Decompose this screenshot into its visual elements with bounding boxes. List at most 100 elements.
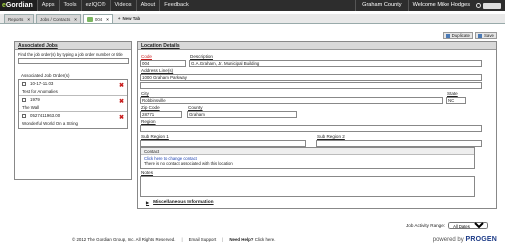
notes-textarea[interactable] xyxy=(140,176,475,197)
tab-location-004[interactable]: 004 × xyxy=(82,14,113,23)
county-label: County xyxy=(188,105,203,110)
top-navigation-bar: eGordian Apps Tools ezIQC® Videos About … xyxy=(0,0,505,11)
associated-job-orders-label: Associated Job Order(s) xyxy=(21,72,70,78)
description-label: Description xyxy=(190,54,213,59)
egordian-logo[interactable]: eGordian xyxy=(0,0,37,11)
address-label: Address Line(s) xyxy=(141,68,174,73)
sub-region-2-label: Sub Region 2 xyxy=(317,134,345,139)
state-field[interactable]: NC xyxy=(446,97,466,104)
zip-label: Zip Code xyxy=(141,105,160,110)
menu-feedback[interactable]: Feedback xyxy=(159,0,193,11)
menu-videos[interactable]: Videos xyxy=(109,0,136,11)
gmaps-badge-icon[interactable] xyxy=(483,2,501,9)
code-label: Code xyxy=(141,54,152,59)
powered-by: powered by PROGEN xyxy=(433,236,497,243)
need-help: Need Help? Click here. xyxy=(229,237,275,242)
footer-separator: | xyxy=(181,237,183,242)
menu-tools[interactable]: Tools xyxy=(58,0,81,11)
notes-label: Notes xyxy=(141,170,154,175)
job-order-name: The Wall xyxy=(22,104,40,110)
list-item[interactable]: 10-17-11.03 Test for Anomalies ✖ xyxy=(19,80,127,96)
code-field[interactable]: 004 xyxy=(140,60,186,67)
job-order-checkbox[interactable] xyxy=(22,81,26,86)
footer-separator: | xyxy=(222,237,224,242)
menu-apps[interactable]: Apps xyxy=(36,0,59,11)
tab-bar: Reports × Jobs / Contacts × 004 × + New … xyxy=(0,14,505,24)
tab-label: Jobs / Contacts xyxy=(40,16,71,22)
close-icon[interactable]: × xyxy=(74,17,77,22)
tab-jobs-contacts[interactable]: Jobs / Contacts × xyxy=(36,14,81,23)
welcome-user: Welcome Mike Hodges xyxy=(407,0,474,11)
region-label: Region xyxy=(141,119,156,124)
save-button[interactable]: Save xyxy=(474,32,497,39)
sub-region-2-field[interactable] xyxy=(316,140,482,147)
no-contact-text: There is no contact associated with this… xyxy=(144,161,233,166)
delete-icon[interactable]: ✖ xyxy=(119,115,124,121)
building-icon xyxy=(86,16,93,22)
job-activity-select[interactable]: All Dates xyxy=(448,222,489,229)
state-label: State xyxy=(447,91,458,96)
duplicate-icon xyxy=(445,33,450,38)
logo-text: Gordian xyxy=(5,2,33,9)
save-icon xyxy=(477,33,482,38)
job-order-number[interactable]: 1979 xyxy=(30,97,40,102)
address-line1-field[interactable]: 1000 Graham Parkway xyxy=(140,74,482,81)
delete-icon[interactable]: ✖ xyxy=(119,83,124,89)
menu-about[interactable]: About xyxy=(135,0,160,11)
tab-label: 004 xyxy=(94,16,103,22)
misc-label: Miscellaneous Information xyxy=(153,200,214,205)
power-icon[interactable] xyxy=(476,3,481,8)
zip-field[interactable]: 28771 xyxy=(140,111,182,118)
delete-icon[interactable]: ✖ xyxy=(119,99,124,105)
footer: © 2012 The Gordian Group, Inc. All Right… xyxy=(0,232,505,247)
duplicate-label: Duplicate xyxy=(451,33,470,38)
location-toolbar: Duplicate Save xyxy=(442,32,497,39)
job-search-input[interactable] xyxy=(18,58,129,64)
plus-icon: + xyxy=(117,16,121,21)
list-item[interactable]: 0527411963.00 Wonderful World On a Strin… xyxy=(19,112,127,128)
job-activity-label: Job Activity Range: xyxy=(406,223,446,228)
job-order-name: Wonderful World On a String xyxy=(22,120,78,126)
sub-region-1-field[interactable] xyxy=(140,140,306,147)
click-here-link[interactable]: Click here. xyxy=(255,237,276,242)
save-label: Save xyxy=(483,33,494,38)
job-orders-list: 10-17-11.03 Test for Anomalies ✖ 1979 Th… xyxy=(18,78,128,129)
triangle-right-icon: ▶ xyxy=(146,200,150,205)
job-order-number[interactable]: 0527411963.00 xyxy=(30,113,60,118)
county-name[interactable]: Graham County xyxy=(355,0,407,11)
job-search-hint: Find the job order(s) by typing a job or… xyxy=(18,52,123,57)
city-field[interactable]: Robbinsville xyxy=(140,97,443,104)
associated-jobs-panel: Associated Jobs Find the job order(s) by… xyxy=(14,41,132,180)
new-tab-label: New Tab xyxy=(122,16,141,21)
menu-eziqc[interactable]: ezIQC® xyxy=(80,0,110,11)
location-details-panel: Location Details Code 004 Description G.… xyxy=(137,41,497,209)
location-details-title: Location Details xyxy=(138,42,496,50)
need-help-label: Need Help? xyxy=(229,237,254,242)
associated-jobs-title: Associated Jobs xyxy=(15,42,131,50)
new-tab-button[interactable]: + New Tab xyxy=(115,14,143,23)
miscellaneous-information-toggle[interactable]: ▶ Miscellaneous Information xyxy=(146,200,214,205)
job-order-name: Test for Anomalies xyxy=(22,88,58,94)
contact-label: Contact xyxy=(141,148,474,155)
sub-region-1-label: Sub Region 1 xyxy=(141,134,169,139)
region-field[interactable] xyxy=(140,125,482,132)
close-icon[interactable]: × xyxy=(27,17,30,22)
tab-label: Reports xyxy=(8,16,24,22)
powered-by-label: powered by xyxy=(432,237,464,243)
topbar-right: Graham County Welcome Mike Hodges xyxy=(355,0,505,11)
copyright-text: © 2012 The Gordian Group, Inc. All Right… xyxy=(72,237,176,242)
city-label: City xyxy=(141,91,149,96)
tab-reports[interactable]: Reports × xyxy=(4,14,35,23)
description-field[interactable]: G.A.Graham, Jr. Municipal Building xyxy=(189,60,482,67)
list-item[interactable]: 1979 The Wall ✖ xyxy=(19,96,127,112)
job-order-number[interactable]: 10-17-11.03 xyxy=(30,81,53,86)
job-activity-range: Job Activity Range: All Dates xyxy=(406,222,489,229)
duplicate-button[interactable]: Duplicate xyxy=(442,32,473,39)
address-line2-field[interactable] xyxy=(140,82,482,89)
job-order-checkbox[interactable] xyxy=(22,113,26,118)
email-support-link[interactable]: Email Support xyxy=(189,237,217,242)
close-icon[interactable]: × xyxy=(106,17,109,22)
progen-logo: PROGEN xyxy=(465,236,497,243)
county-field[interactable]: Graham xyxy=(187,111,297,118)
job-order-checkbox[interactable] xyxy=(22,97,26,102)
